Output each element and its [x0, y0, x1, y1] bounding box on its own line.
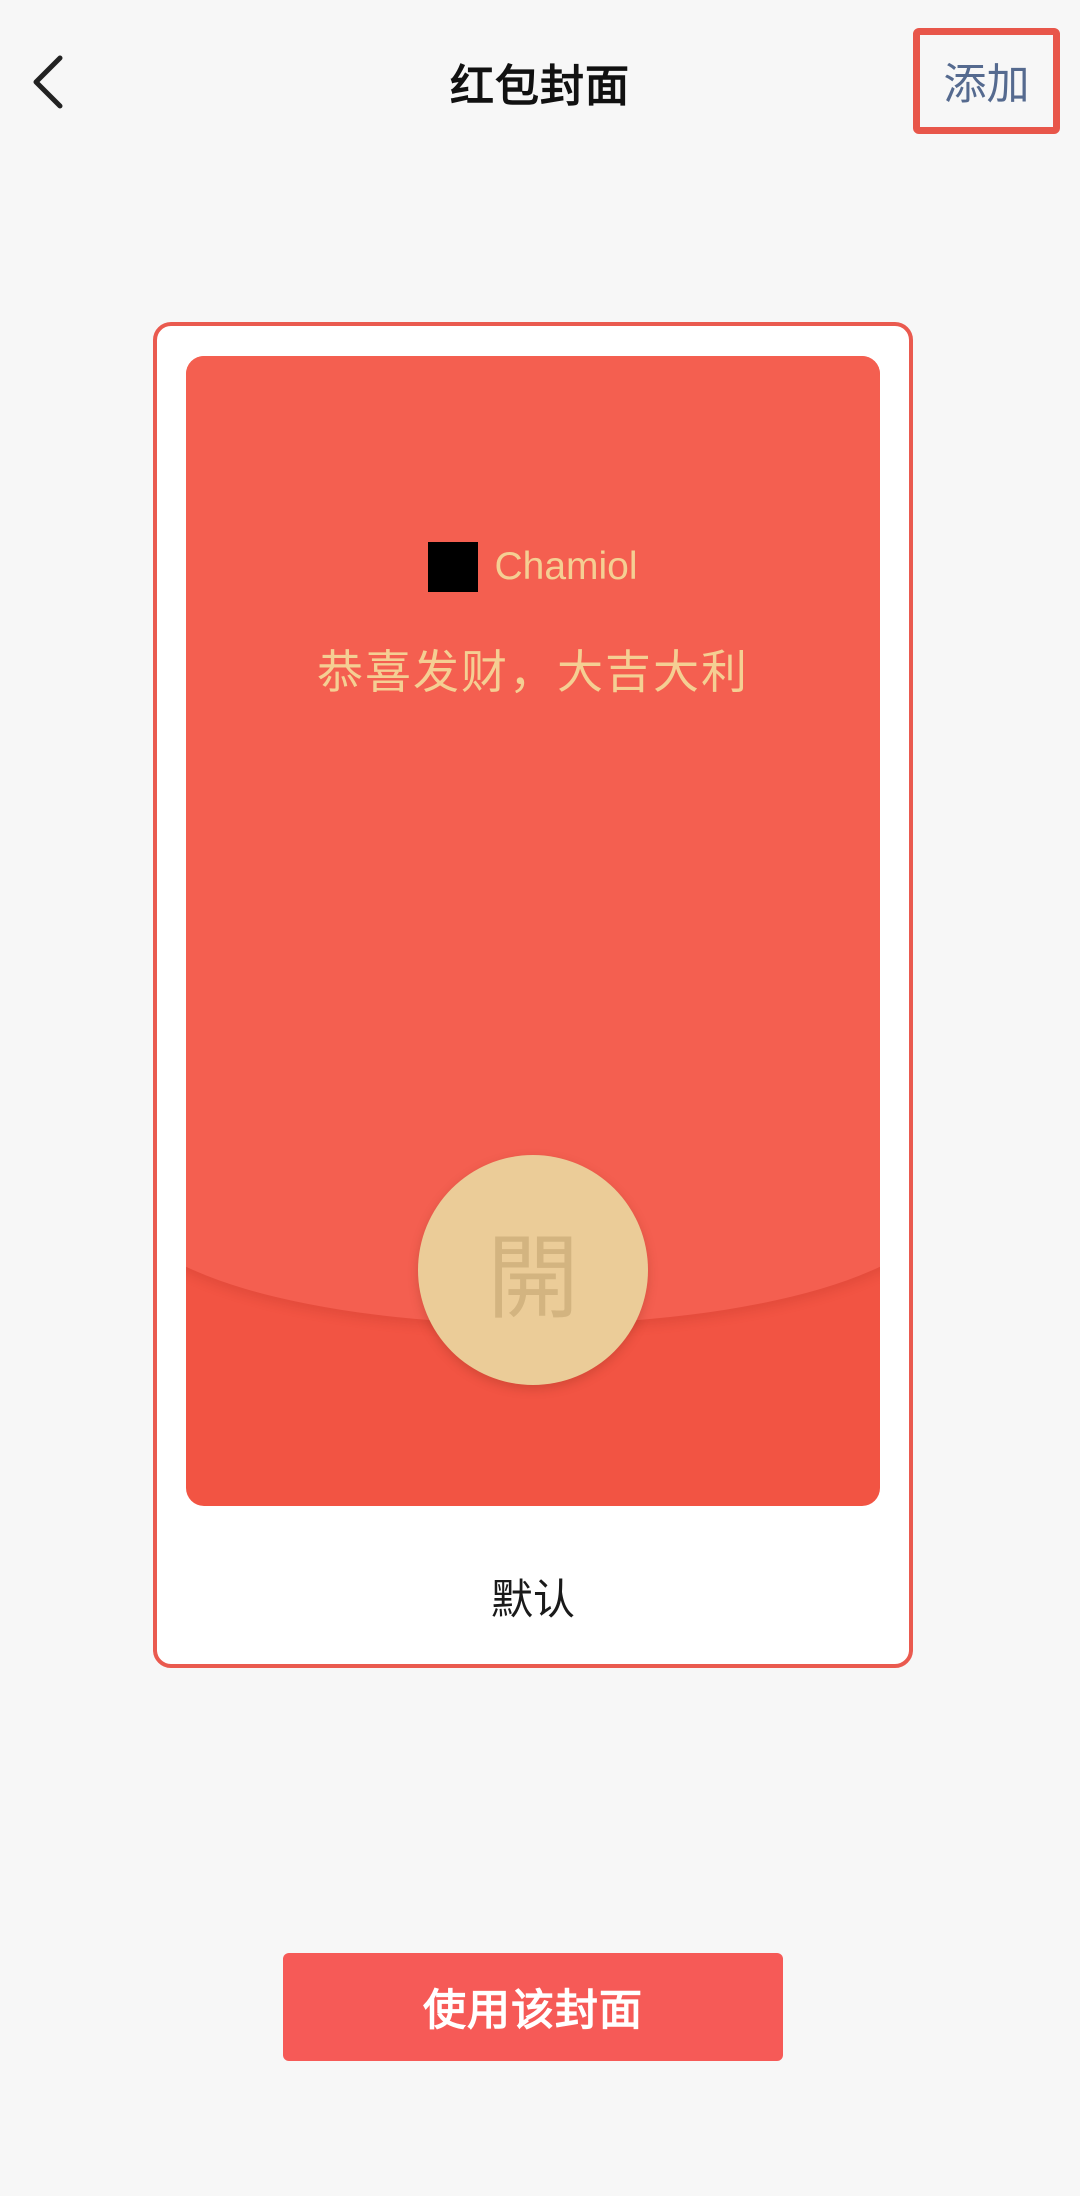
sender-avatar [428, 542, 479, 592]
cover-card-default[interactable]: Chamiol 恭喜发财，大吉大利 開 默认 [153, 322, 913, 1668]
sender-name: Chamiol [494, 545, 638, 588]
red-envelope-preview: Chamiol 恭喜发财，大吉大利 開 [186, 356, 880, 1506]
cover-name: 默认 [490, 1575, 575, 1624]
open-label: 開 [486, 1224, 579, 1332]
open-button[interactable]: 開 [418, 1155, 648, 1385]
top-nav-bar: 红包封面 添加 [0, 0, 1080, 160]
add-button[interactable]: 添加 [913, 28, 1060, 134]
use-cover-button[interactable]: 使用该封面 [283, 1953, 783, 2061]
blessing-text: 恭喜发财，大吉大利 [317, 645, 749, 699]
sender-row: Chamiol [186, 542, 880, 592]
